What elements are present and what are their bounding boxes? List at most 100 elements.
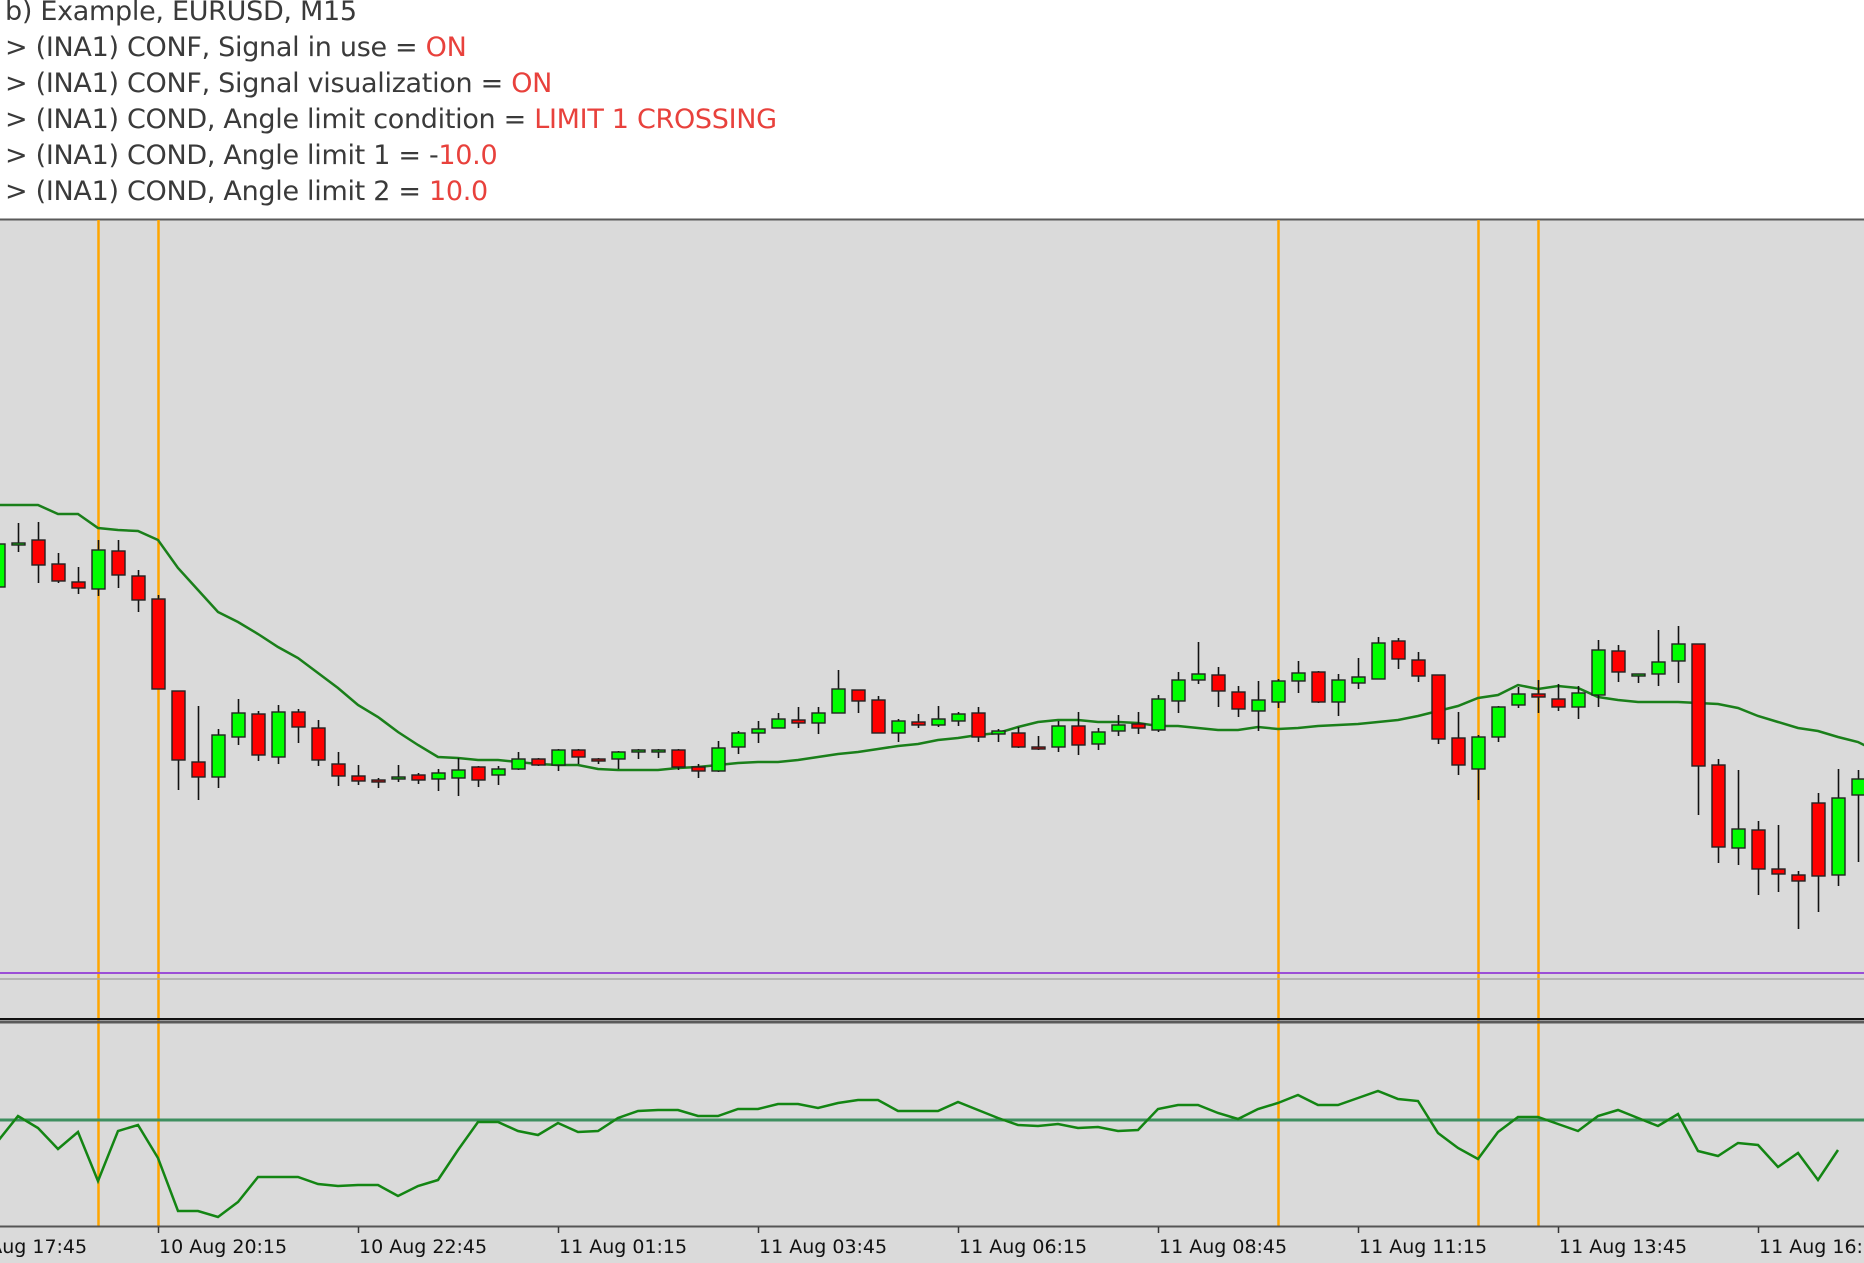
bull-candle-body [1251,699,1266,712]
bull-candle-body [931,718,946,726]
bull-candle-body [271,711,286,758]
bull-candle-body [0,543,6,588]
bear-candle-body [1711,764,1726,848]
bear-candle-body [911,721,926,726]
bull-candle-body [1171,679,1186,702]
bull-candle-body [491,768,506,776]
bull-candle-body [1831,797,1846,876]
bear-candle-body [131,575,146,601]
bear-candle-body [1071,725,1086,746]
bear-candle-body [371,779,386,783]
bull-candle-body [211,734,226,778]
candle [1371,637,1386,680]
bear-candle-body [1031,746,1046,750]
candle [871,696,886,734]
x-tick-label: 11 Aug 11:15 [1359,1236,1487,1258]
x-tick-label: 11 Aug 13:45 [1559,1236,1687,1258]
bear-candle-body [591,758,606,762]
bear-candle-body [571,749,586,758]
bear-candle-body [1131,723,1146,729]
bear-candle-body [191,761,206,778]
x-tick-label: 10 Aug 17:45 [0,1236,87,1258]
bull-candle-body [831,688,846,714]
bull-candle-body [1471,736,1486,770]
bull-candle-body [551,749,566,766]
bull-candle-body [11,542,26,546]
x-tick-label: 10 Aug 20:15 [159,1236,287,1258]
candle [1051,721,1066,752]
bull-candle-body [951,713,966,722]
candle [1151,695,1166,732]
bear-candle-body [1751,829,1766,870]
bull-candle-body [631,749,646,753]
bull-candle-body [1511,693,1526,706]
bull-candle-body [1351,676,1366,684]
candle [0,543,6,588]
bear-candle-body [1231,691,1246,710]
bear-candle-body [311,727,326,761]
bull-candle-body [431,772,446,780]
bull-candle-body [611,751,626,760]
bear-candle-body [691,766,706,772]
bull-candle-body [451,769,466,779]
bear-candle-body [1771,868,1786,875]
bull-candle-body [1671,643,1686,662]
bull-candle-body [1591,649,1606,696]
bull-candle-body [1631,673,1646,677]
bull-candle-body [511,758,526,770]
bear-candle-body [31,539,46,566]
bear-candle-body [1691,643,1706,767]
bull-candle-body [751,728,766,734]
bull-candle-body [1271,680,1286,703]
x-tick-label: 11 Aug 08:45 [1159,1236,1287,1258]
bear-candle-body [1211,674,1226,692]
candle [1491,706,1506,742]
bull-candle-body [1191,673,1206,681]
bull-candle-body [391,776,406,780]
bear-candle-body [1391,640,1406,660]
price-chart[interactable]: 10 Aug 17:45 10 Aug 20:15 10 Aug 22:45 11 A… [0,0,1864,1263]
bull-candle-body [731,732,746,748]
bull-candle-body [1091,731,1106,745]
bull-candle-body [1571,692,1586,708]
bear-candle-body [1811,802,1826,877]
bear-candle-body [871,699,886,734]
bear-candle-body [531,758,546,766]
bull-candle-body [1111,724,1126,732]
bear-candle-body [471,766,486,781]
bear-candle-body [1611,650,1626,673]
bear-candle-body [971,712,986,738]
bear-candle-body [151,598,166,690]
bull-candle-body [91,549,106,590]
bear-candle-body [1311,671,1326,703]
candle [671,749,686,770]
bear-candle-body [351,775,366,782]
bull-candle-body [1291,672,1306,682]
bull-candle-body [1371,642,1386,680]
bull-candle-body [811,712,826,724]
candle [1311,671,1326,703]
candle [251,711,266,761]
bear-candle-body [1551,698,1566,708]
bull-candle-body [891,720,906,734]
bull-candle-body [1051,725,1066,748]
bull-candle-body [1331,679,1346,703]
bear-candle-body [791,719,806,724]
bear-candle-body [1531,693,1546,698]
bull-candle-body [711,747,726,772]
bear-candle-body [1451,737,1466,766]
bull-candle-body [1491,706,1506,738]
bear-candle-body [111,550,126,576]
bull-candle-body [231,712,246,738]
bear-candle-body [411,774,426,781]
candle [531,758,546,766]
bear-candle-body [1011,732,1026,748]
bear-candle-body [1411,659,1426,677]
bear-candle-body [1791,874,1806,882]
bear-candle-body [851,689,866,702]
x-tick-label: 11 Aug 03:45 [759,1236,887,1258]
bear-candle-body [71,581,86,589]
bull-candle-body [771,718,786,729]
bull-candle-body [1731,828,1746,849]
x-tick-label: 10 Aug 22:45 [359,1236,487,1258]
